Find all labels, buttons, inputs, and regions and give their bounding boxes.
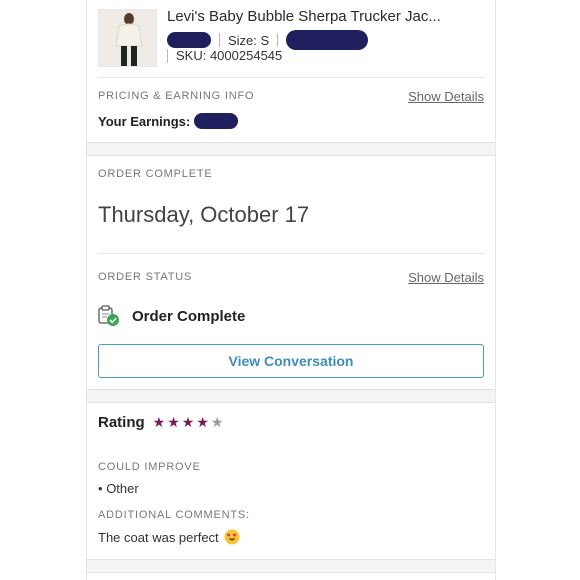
comment-row: The coat was perfect xyxy=(98,529,240,545)
rating-label: Rating xyxy=(98,414,145,431)
section-gap xyxy=(87,559,495,573)
view-conversation-button[interactable]: View Conversation xyxy=(98,344,484,378)
pricing-section-label: PRICING & EARNING INFO xyxy=(98,90,255,102)
section-gap xyxy=(87,142,495,156)
order-status-label: ORDER STATUS xyxy=(98,271,193,283)
meta-separator xyxy=(219,33,220,47)
could-improve-label: COULD IMPROVE xyxy=(98,461,201,473)
divider xyxy=(98,253,484,254)
redacted-price xyxy=(167,32,211,48)
comment-text: The coat was perfect xyxy=(98,529,219,545)
item-size: Size: S xyxy=(228,32,270,48)
improve-list-item: • Other xyxy=(98,481,139,496)
item-meta-row: Size: S xyxy=(167,30,369,50)
star-filled-icon: ★ xyxy=(196,414,209,430)
redacted-field xyxy=(286,30,369,50)
order-date: Thursday, October 17 xyxy=(98,202,310,227)
order-status-text: Order Complete xyxy=(132,307,246,325)
rating-stars: ★ ★ ★ ★ ★ xyxy=(153,414,226,431)
order-status-row: Order Complete xyxy=(98,305,245,327)
meta-separator xyxy=(167,48,168,63)
item-sku-row: SKU: 4000254545 xyxy=(167,48,282,63)
star-filled-icon: ★ xyxy=(152,414,166,430)
earnings-row: Your Earnings: xyxy=(98,113,239,129)
meta-separator xyxy=(277,33,279,47)
item-thumbnail[interactable] xyxy=(98,9,157,67)
heart-eyes-emoji-icon xyxy=(224,529,240,545)
section-gap xyxy=(87,389,495,403)
star-filled-icon: ★ xyxy=(167,414,180,430)
redacted-earnings xyxy=(194,113,239,129)
star-filled-icon: ★ xyxy=(181,414,195,430)
rating-row: Rating ★ ★ ★ ★ ★ xyxy=(98,414,225,431)
order-complete-label: ORDER COMPLETE xyxy=(98,168,213,180)
order-detail-panel: Levi's Baby Bubble Sherpa Trucker Jac...… xyxy=(86,0,496,580)
additional-comments-label: ADDITIONAL COMMENTS: xyxy=(98,509,250,521)
divider xyxy=(98,77,484,78)
star-empty-icon: ★ xyxy=(210,414,224,430)
pricing-show-details-link[interactable]: Show Details xyxy=(408,89,484,104)
status-show-details-link[interactable]: Show Details xyxy=(408,270,484,285)
earnings-label: Your Earnings: xyxy=(98,113,191,129)
item-sku: SKU: 4000254545 xyxy=(176,48,283,63)
item-title[interactable]: Levi's Baby Bubble Sherpa Trucker Jac... xyxy=(167,8,441,25)
order-complete-icon xyxy=(98,305,120,327)
improve-item-text: Other xyxy=(106,481,139,496)
bullet-icon: • xyxy=(98,481,103,496)
